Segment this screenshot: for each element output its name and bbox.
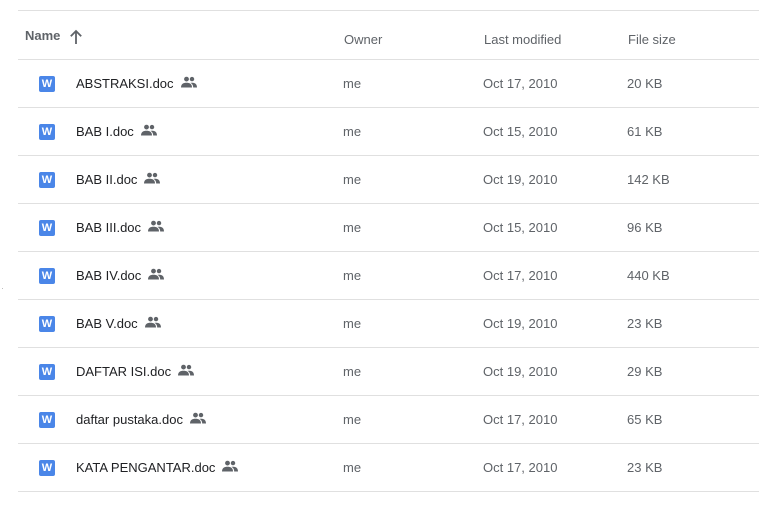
owner-cell: me: [343, 412, 362, 427]
owner-cell: me: [343, 172, 362, 187]
shared-people-icon: [180, 76, 197, 87]
file-name-cell[interactable]: BAB III.doc: [76, 204, 165, 251]
file-list: W ABSTRAKSI.doc me Oct 17, 2010 20 KB W …: [18, 60, 759, 492]
file-name-cell[interactable]: BAB II.doc: [76, 156, 161, 203]
shared-people-icon: [148, 220, 165, 231]
word-doc-icon: W: [39, 76, 55, 92]
last-modified-cell: Oct 17, 2010: [483, 460, 558, 475]
shared-people-icon: [222, 460, 239, 471]
owner-cell: me: [343, 364, 362, 379]
word-doc-icon: W: [39, 460, 55, 476]
file-row[interactable]: W daftar pustaka.doc me Oct 17, 2010 65 …: [18, 396, 759, 444]
last-modified-cell: Oct 19, 2010: [483, 316, 558, 331]
word-doc-icon: W: [39, 316, 55, 332]
arrow-up-icon[interactable]: [69, 29, 83, 45]
owner-cell: me: [343, 220, 362, 235]
file-row[interactable]: W BAB III.doc me Oct 15, 2010 96 KB: [18, 204, 759, 252]
file-row[interactable]: W BAB V.doc me Oct 19, 2010 23 KB: [18, 300, 759, 348]
file-name: BAB IV.doc: [76, 268, 142, 283]
shared-people-icon: [140, 124, 157, 135]
file-size-cell: 23 KB: [627, 316, 663, 331]
file-name-cell[interactable]: ABSTRAKSI.doc: [76, 60, 197, 107]
owner-cell: me: [343, 268, 362, 283]
file-size-cell: 440 KB: [627, 268, 670, 283]
file-name: DAFTAR ISI.doc: [76, 364, 172, 379]
column-header-name[interactable]: Name: [25, 11, 83, 59]
column-header-last-modified[interactable]: Last modified: [484, 11, 561, 59]
file-size-cell: 23 KB: [627, 460, 663, 475]
file-row[interactable]: W KATA PENGANTAR.doc me Oct 17, 2010 23 …: [18, 444, 759, 492]
last-modified-cell: Oct 15, 2010: [483, 220, 558, 235]
shared-people-icon: [189, 412, 206, 423]
file-name-cell[interactable]: KATA PENGANTAR.doc: [76, 444, 239, 491]
file-name-cell[interactable]: DAFTAR ISI.doc: [76, 348, 195, 395]
file-name: KATA PENGANTAR.doc: [76, 460, 216, 475]
word-doc-icon: W: [39, 220, 55, 236]
last-modified-cell: Oct 17, 2010: [483, 412, 558, 427]
shared-people-icon: [144, 172, 161, 183]
last-modified-cell: Oct 19, 2010: [483, 364, 558, 379]
file-name: BAB III.doc: [76, 220, 142, 235]
file-row[interactable]: W ABSTRAKSI.doc me Oct 17, 2010 20 KB: [18, 60, 759, 108]
file-list-header: Name Owner Last modified File size: [18, 11, 759, 60]
last-modified-cell: Oct 17, 2010: [483, 76, 558, 91]
file-name-cell[interactable]: BAB V.doc: [76, 300, 161, 347]
column-header-file-size[interactable]: File size: [628, 11, 676, 59]
file-name: BAB V.doc: [76, 316, 138, 331]
file-size-cell: 96 KB: [627, 220, 663, 235]
shared-people-icon: [148, 268, 165, 279]
file-row[interactable]: W BAB IV.doc me Oct 17, 2010 440 KB: [18, 252, 759, 300]
word-doc-icon: W: [39, 124, 55, 140]
file-name: ABSTRAKSI.doc: [76, 76, 174, 91]
word-doc-icon: W: [39, 172, 55, 188]
file-name-cell[interactable]: daftar pustaka.doc: [76, 396, 206, 443]
owner-cell: me: [343, 124, 362, 139]
file-row[interactable]: W BAB I.doc me Oct 15, 2010 61 KB: [18, 108, 759, 156]
last-modified-cell: Oct 15, 2010: [483, 124, 558, 139]
owner-cell: me: [343, 316, 362, 331]
file-size-cell: 142 KB: [627, 172, 670, 187]
file-name-cell[interactable]: BAB IV.doc: [76, 252, 165, 299]
shared-people-icon: [144, 316, 161, 327]
word-doc-icon: W: [39, 268, 55, 284]
file-size-cell: 65 KB: [627, 412, 663, 427]
file-size-cell: 61 KB: [627, 124, 663, 139]
file-size-cell: 29 KB: [627, 364, 663, 379]
file-name: BAB I.doc: [76, 124, 134, 139]
last-modified-cell: Oct 17, 2010: [483, 268, 558, 283]
word-doc-icon: W: [39, 412, 55, 428]
column-header-owner[interactable]: Owner: [344, 11, 382, 59]
file-name: daftar pustaka.doc: [76, 412, 183, 427]
edge-mark: [2, 288, 3, 289]
shared-people-icon: [178, 364, 195, 375]
file-name-cell[interactable]: BAB I.doc: [76, 108, 157, 155]
file-row[interactable]: W BAB II.doc me Oct 19, 2010 142 KB: [18, 156, 759, 204]
file-size-cell: 20 KB: [627, 76, 663, 91]
word-doc-icon: W: [39, 364, 55, 380]
owner-cell: me: [343, 76, 362, 91]
file-row[interactable]: W DAFTAR ISI.doc me Oct 19, 2010 29 KB: [18, 348, 759, 396]
file-name: BAB II.doc: [76, 172, 138, 187]
column-header-name-label: Name: [25, 27, 61, 43]
last-modified-cell: Oct 19, 2010: [483, 172, 558, 187]
owner-cell: me: [343, 460, 362, 475]
